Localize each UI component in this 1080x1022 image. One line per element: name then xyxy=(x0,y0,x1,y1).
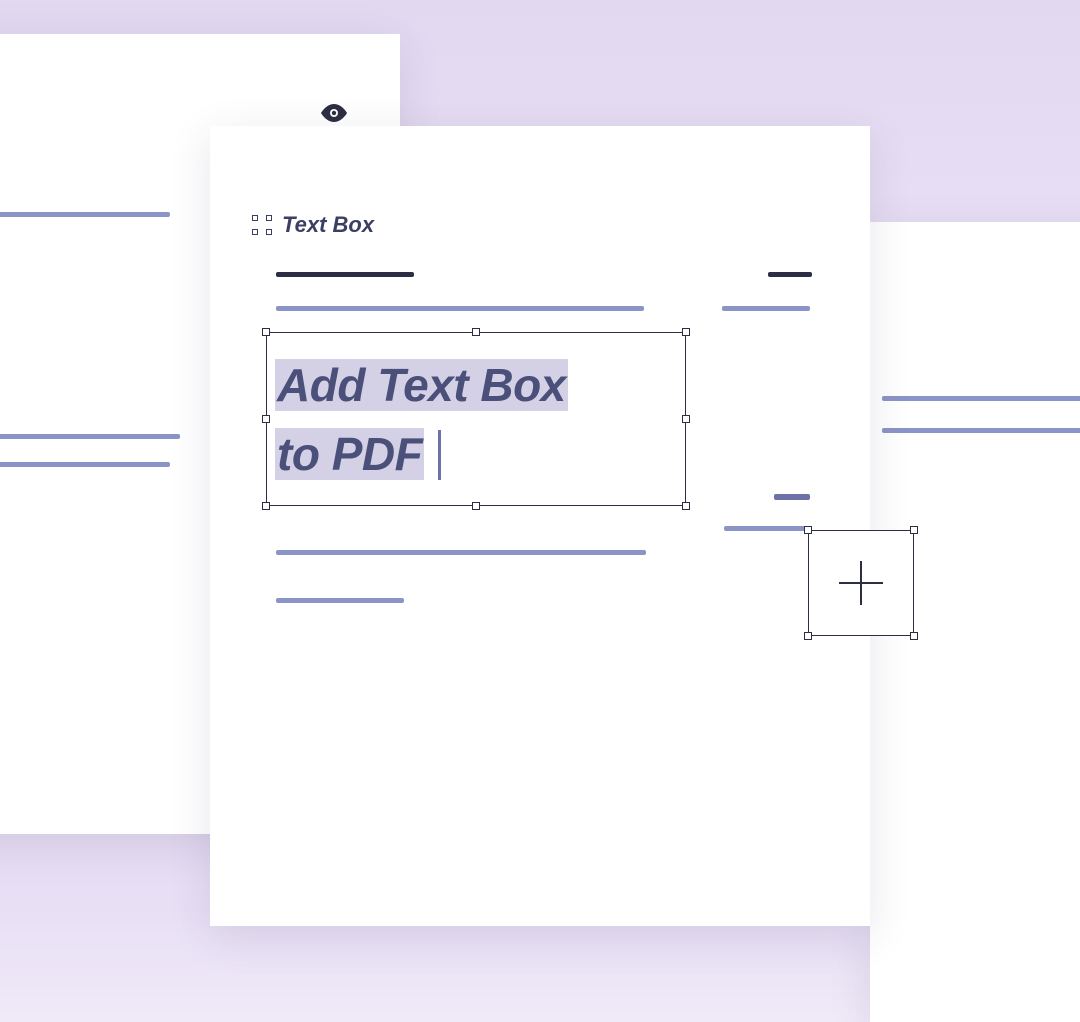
placeholder-line xyxy=(0,212,170,217)
resize-handle-middle-right[interactable] xyxy=(682,415,690,423)
resize-handle-bottom-right[interactable] xyxy=(682,502,690,510)
resize-handle-top-middle[interactable] xyxy=(472,328,480,336)
resize-handle-top-right[interactable] xyxy=(682,328,690,336)
resize-handle-bottom-middle[interactable] xyxy=(472,502,480,510)
placeholder-line xyxy=(0,462,170,467)
placeholder-heading-line xyxy=(276,272,414,277)
resize-handle-bottom-right[interactable] xyxy=(910,632,918,640)
placeholder-line xyxy=(276,550,646,555)
plus-icon xyxy=(839,561,883,605)
placeholder-line xyxy=(276,598,404,603)
editable-textbox[interactable]: Add Text Box to PDF xyxy=(266,332,686,506)
main-document: Text Box Add Text Box to PDF xyxy=(210,126,870,926)
placeholder-line xyxy=(0,434,180,439)
textbox-line2: to PDF xyxy=(275,428,424,480)
resize-handle-middle-left[interactable] xyxy=(262,415,270,423)
add-element-box[interactable] xyxy=(808,530,914,636)
resize-handle-bottom-left[interactable] xyxy=(804,632,812,640)
text-caret-icon xyxy=(438,430,441,480)
resize-handle-top-left[interactable] xyxy=(262,328,270,336)
placeholder-heading-line xyxy=(768,272,812,277)
textbox-tool-label[interactable]: Text Box xyxy=(254,212,374,238)
resize-handle-top-right[interactable] xyxy=(910,526,918,534)
placeholder-line xyxy=(882,428,1080,433)
resize-handle-top-left[interactable] xyxy=(804,526,812,534)
placeholder-line xyxy=(724,526,810,531)
placeholder-line xyxy=(722,306,810,311)
textbox-content[interactable]: Add Text Box to PDF xyxy=(275,351,677,487)
resize-handle-bottom-left[interactable] xyxy=(262,502,270,510)
placeholder-line xyxy=(276,306,644,311)
placeholder-line xyxy=(774,494,810,500)
textbox-tool-text: Text Box xyxy=(282,212,374,238)
placeholder-line xyxy=(882,396,1080,401)
textbox-line1: Add Text Box xyxy=(275,359,568,411)
eye-icon xyxy=(320,104,348,127)
textbox-target-icon xyxy=(254,217,270,233)
